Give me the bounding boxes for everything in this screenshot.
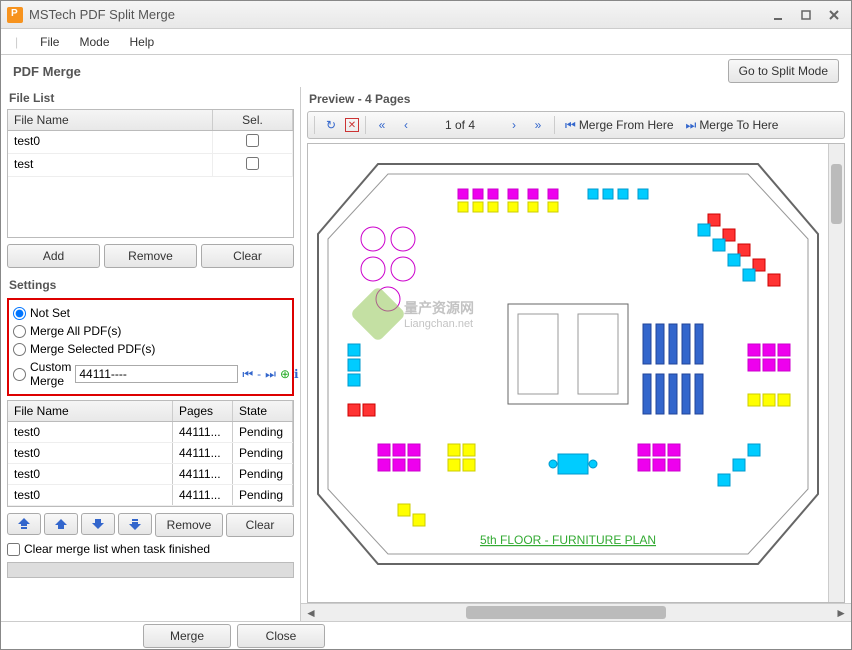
- move-up-button[interactable]: [44, 513, 78, 535]
- add-range-icon[interactable]: ⊕: [280, 366, 290, 382]
- move-top-button[interactable]: [7, 513, 41, 535]
- preview-toolbar: ↻ ✕ « ‹ 1 of 4 › » ⏮Merge From Here ⏭Mer…: [307, 111, 845, 139]
- radio-merge-all-label: Merge All PDF(s): [30, 324, 121, 338]
- minimize-button[interactable]: [767, 6, 789, 24]
- close-button[interactable]: [823, 6, 845, 24]
- mcol-state[interactable]: State: [233, 401, 293, 421]
- first-page-nav-icon[interactable]: «: [372, 115, 392, 135]
- merge-from-here-button[interactable]: ⏮Merge From Here: [561, 118, 678, 133]
- watermark: 量产资源网 Liangchan.net: [358, 294, 474, 334]
- move-bottom-button[interactable]: [118, 513, 152, 535]
- file-sel-checkbox[interactable]: [246, 157, 259, 170]
- file-row[interactable]: test0: [8, 131, 293, 154]
- dash-icon[interactable]: -: [257, 366, 261, 382]
- merge-list-table: File Name Pages State test044111...Pendi…: [7, 400, 294, 507]
- file-list-table: File Name Sel. test0 test: [7, 109, 294, 238]
- preview-scrollbar-vertical[interactable]: [828, 144, 844, 602]
- merge-clear-button[interactable]: Clear: [226, 513, 294, 537]
- radio-not-set-label: Not Set: [30, 306, 70, 320]
- merge-button[interactable]: Merge: [143, 624, 231, 648]
- maximize-button[interactable]: [795, 6, 817, 24]
- app-icon: [7, 7, 23, 23]
- merge-row[interactable]: test044111...Pending: [8, 422, 293, 443]
- radio-merge-selected[interactable]: [13, 343, 26, 356]
- file-name-cell: test0: [8, 131, 213, 153]
- move-down-button[interactable]: [81, 513, 115, 535]
- merge-remove-button[interactable]: Remove: [155, 513, 223, 537]
- last-page-nav-icon[interactable]: »: [528, 115, 548, 135]
- split-mode-button[interactable]: Go to Split Mode: [728, 59, 839, 83]
- preview-panel: Preview - 4 Pages ↻ ✕ « ‹ 1 of 4 › » ⏮Me…: [301, 87, 851, 621]
- custom-merge-input[interactable]: [75, 365, 238, 383]
- titlebar: MSTech PDF Split Merge: [1, 1, 851, 29]
- settings-box: Not Set Merge All PDF(s) Merge Selected …: [7, 298, 294, 396]
- preview-title: Preview - 4 Pages: [301, 87, 851, 111]
- merge-row[interactable]: test044111...Pending: [8, 464, 293, 485]
- merge-row[interactable]: test044111...Pending: [8, 443, 293, 464]
- settings-label: Settings: [7, 274, 294, 296]
- radio-merge-selected-label: Merge Selected PDF(s): [30, 342, 155, 356]
- merge-to-here-button[interactable]: ⏭Merge To Here: [682, 118, 783, 133]
- cancel-icon[interactable]: ✕: [345, 118, 359, 132]
- clear-button[interactable]: Clear: [201, 244, 294, 268]
- bottom-bar: Merge Close: [1, 621, 851, 649]
- svg-text:5th FLOOR - FURNITURE PLAN: 5th FLOOR - FURNITURE PLAN: [480, 533, 656, 547]
- prev-page-nav-icon[interactable]: ‹: [396, 115, 416, 135]
- page-indicator: 1 of 4: [420, 118, 500, 132]
- menubar: | File Mode Help: [1, 29, 851, 55]
- watermark-icon: [350, 286, 407, 343]
- menu-file[interactable]: File: [30, 31, 69, 53]
- rotate-icon[interactable]: ↻: [321, 115, 341, 135]
- info-icon[interactable]: ℹ: [294, 366, 299, 382]
- progress-bar: [7, 562, 294, 578]
- preview-body[interactable]: 5th FLOOR - FURNITURE PLAN 量产资源网 Liangch…: [307, 143, 845, 603]
- radio-custom-merge[interactable]: [13, 368, 26, 381]
- col-sel[interactable]: Sel.: [213, 110, 293, 130]
- file-name-cell: test: [8, 154, 213, 176]
- left-panel: File List File Name Sel. test0 test Add …: [1, 87, 301, 621]
- remove-button[interactable]: Remove: [104, 244, 197, 268]
- window-title: MSTech PDF Split Merge: [29, 7, 767, 22]
- close-dialog-button[interactable]: Close: [237, 624, 325, 648]
- mcol-pages[interactable]: Pages: [173, 401, 233, 421]
- radio-custom-merge-label: Custom Merge: [30, 360, 71, 388]
- page-title: PDF Merge: [13, 64, 728, 79]
- mcol-file-name[interactable]: File Name: [8, 401, 173, 421]
- add-button[interactable]: Add: [7, 244, 100, 268]
- file-sel-checkbox[interactable]: [246, 134, 259, 147]
- clear-on-finish-label: Clear merge list when task finished: [24, 542, 210, 556]
- col-file-name[interactable]: File Name: [8, 110, 213, 130]
- floorplan-preview: 5th FLOOR - FURNITURE PLAN: [308, 144, 828, 584]
- radio-merge-all[interactable]: [13, 325, 26, 338]
- menu-help[interactable]: Help: [120, 31, 165, 53]
- merge-row[interactable]: test044111...Pending: [8, 485, 293, 506]
- first-page-icon[interactable]: ⏮: [242, 366, 253, 382]
- last-page-icon[interactable]: ⏭: [265, 366, 276, 382]
- header-row: PDF Merge Go to Split Mode: [1, 55, 851, 87]
- next-page-nav-icon[interactable]: ›: [504, 115, 524, 135]
- preview-scrollbar-horizontal[interactable]: ◄ ►: [301, 603, 851, 621]
- radio-not-set[interactable]: [13, 307, 26, 320]
- file-list-label: File List: [7, 87, 294, 109]
- clear-on-finish-checkbox[interactable]: [7, 543, 20, 556]
- menu-mode[interactable]: Mode: [69, 31, 119, 53]
- file-row[interactable]: test: [8, 154, 293, 177]
